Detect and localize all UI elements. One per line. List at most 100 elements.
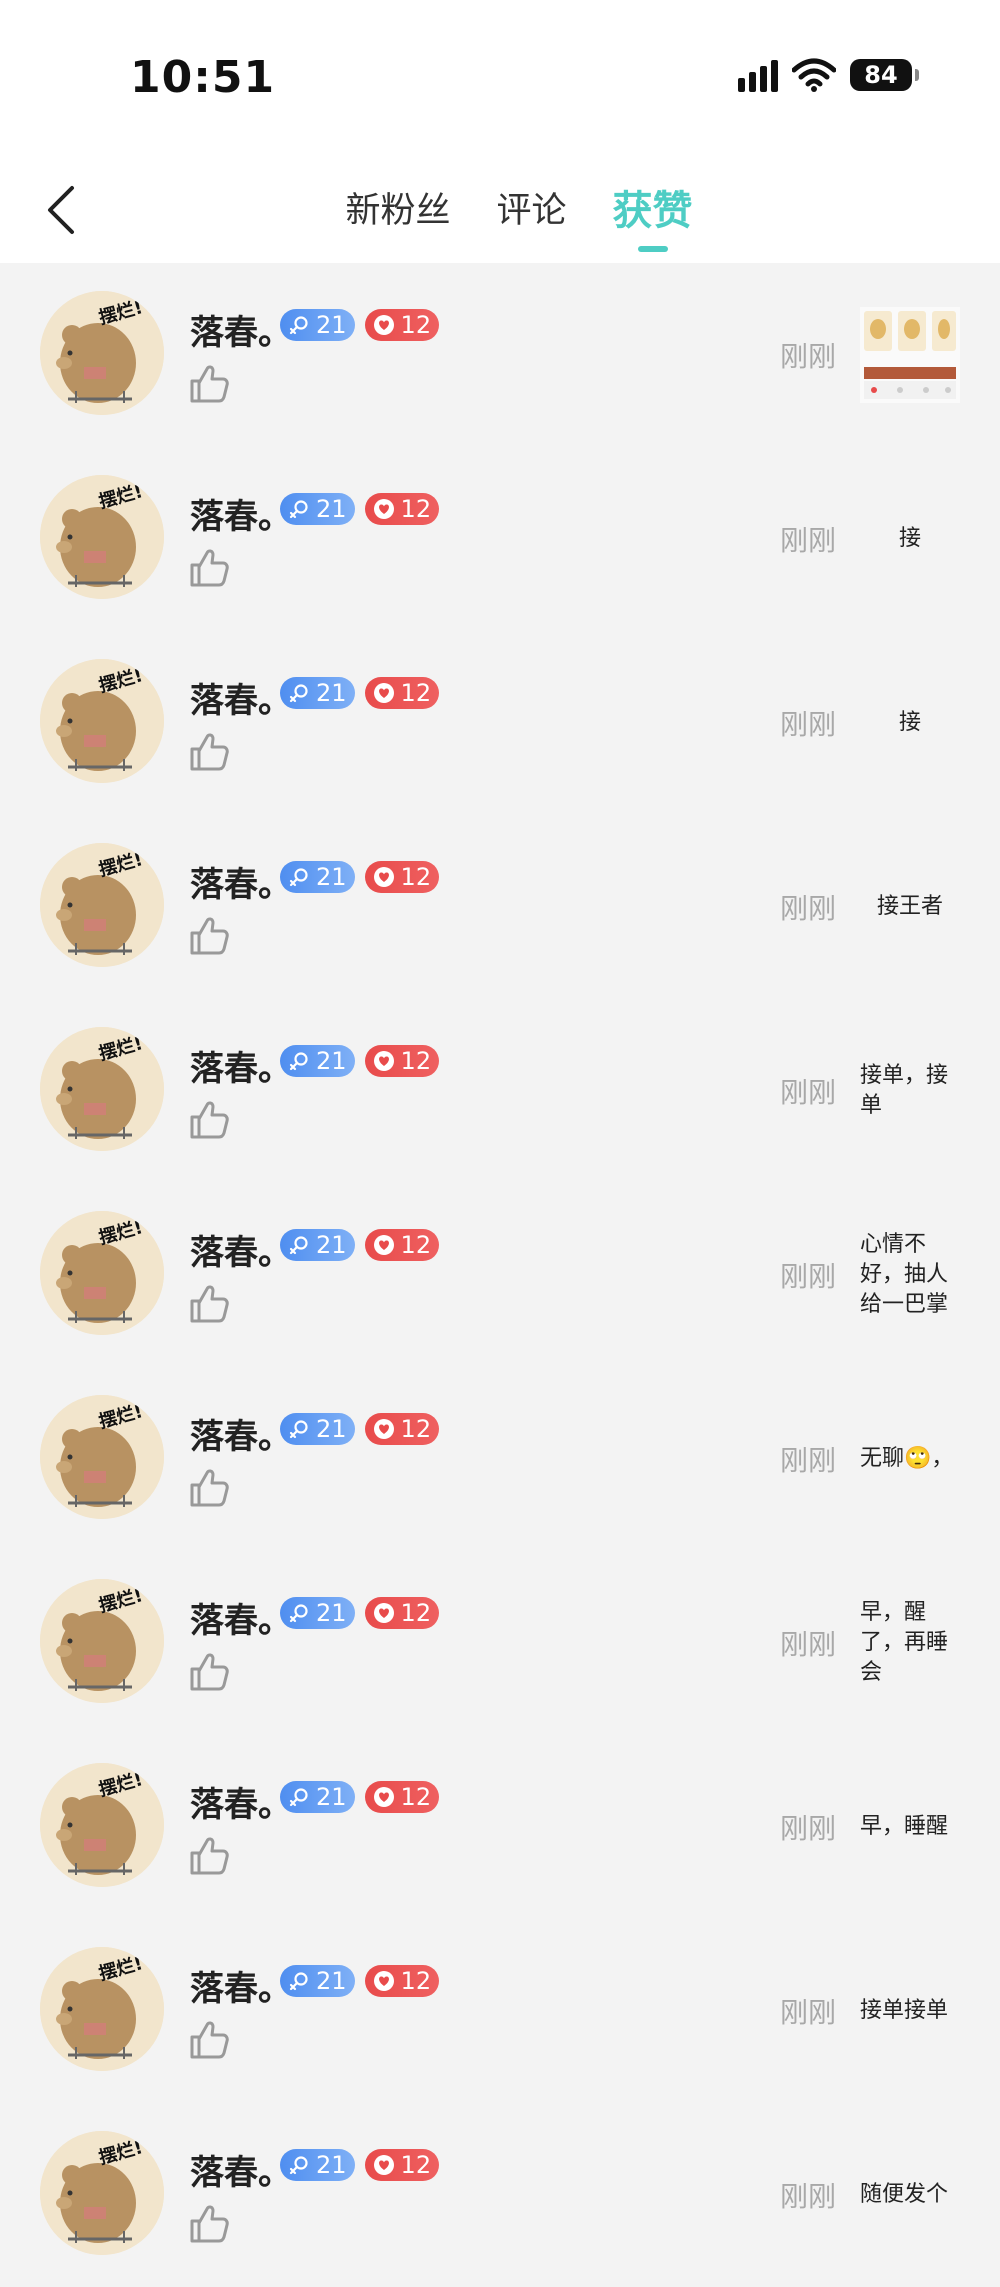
charm-level: 12 bbox=[400, 1047, 432, 1075]
wifi-icon bbox=[792, 58, 836, 92]
post-snippet[interactable]: 随便发个 bbox=[860, 2143, 960, 2247]
list-item[interactable]: 摆烂! 落春。 21 12 刚刚 接 bbox=[0, 631, 1000, 815]
thumbs-up-icon bbox=[190, 1469, 229, 1507]
list-item[interactable]: 摆烂! 落春。 21 12 刚刚 随便发个 bbox=[0, 2103, 1000, 2287]
username[interactable]: 落春。 bbox=[190, 2145, 292, 2194]
post-snippet[interactable]: 接 bbox=[860, 671, 960, 775]
post-snippet[interactable]: 心情不好，抽人给一巴掌 bbox=[860, 1223, 960, 1327]
list-item[interactable]: 摆烂! 落春。 21 12 刚刚 接单，接单 bbox=[0, 999, 1000, 1183]
tab-new-fans[interactable]: 新粉丝 bbox=[345, 182, 450, 252]
heart-icon bbox=[373, 1419, 394, 1439]
thumbs-up-icon bbox=[190, 2021, 229, 2059]
timestamp: 刚刚 bbox=[780, 2180, 837, 2213]
badges: 21 12 bbox=[280, 1045, 440, 1077]
female-icon bbox=[289, 684, 308, 703]
female-icon bbox=[289, 2156, 308, 2175]
list-item[interactable]: 摆烂! 落春。 21 12 刚刚 早，醒了，再睡会 bbox=[0, 1551, 1000, 1735]
username[interactable]: 落春。 bbox=[190, 673, 292, 722]
username[interactable]: 落春。 bbox=[190, 1409, 292, 1458]
username[interactable]: 落春。 bbox=[190, 1777, 292, 1826]
list-item[interactable]: 摆烂! 落春。 21 12 刚刚 无聊� bbox=[0, 1367, 1000, 1551]
signal-icon bbox=[738, 58, 778, 92]
heart-icon bbox=[373, 315, 394, 335]
gender-level: 21 bbox=[316, 1415, 347, 1443]
post-thumbnail[interactable] bbox=[860, 307, 960, 403]
avatar[interactable]: 摆烂! bbox=[40, 1027, 164, 1151]
list-item[interactable]: 摆烂! 落春。 21 12 刚刚 早，睡醒 bbox=[0, 1735, 1000, 1919]
badges: 21 12 bbox=[280, 309, 440, 341]
tab-comments[interactable]: 评论 bbox=[497, 182, 567, 252]
heart-icon bbox=[373, 1971, 394, 1991]
gender-level: 21 bbox=[316, 1231, 347, 1259]
gender-level-badge: 21 bbox=[280, 677, 355, 709]
gender-level-badge: 21 bbox=[280, 1965, 355, 1997]
timestamp: 刚刚 bbox=[780, 892, 837, 925]
charm-level-badge: 12 bbox=[364, 1965, 440, 1997]
bear-avatar-icon: 摆烂! bbox=[40, 2131, 164, 2255]
list-item[interactable]: 摆烂! 落春。 21 12 刚刚 接王者 bbox=[0, 815, 1000, 999]
female-icon bbox=[289, 1788, 308, 1807]
post-snippet[interactable]: 接王者 bbox=[860, 855, 960, 959]
username[interactable]: 落春。 bbox=[190, 1593, 292, 1642]
charm-level-badge: 12 bbox=[364, 2149, 440, 2181]
avatar[interactable]: 摆烂! bbox=[40, 1579, 164, 1703]
status-icons: 84 bbox=[738, 58, 919, 92]
tab-bar: 新粉丝 评论 获赞 bbox=[0, 182, 1000, 252]
timestamp: 刚刚 bbox=[780, 524, 837, 557]
username[interactable]: 落春。 bbox=[190, 1041, 292, 1090]
heart-icon bbox=[373, 1603, 394, 1623]
female-icon bbox=[289, 1420, 308, 1439]
post-snippet[interactable]: 早，醒了，再睡会 bbox=[860, 1591, 960, 1695]
badges: 21 12 bbox=[280, 1965, 440, 1997]
post-snippet[interactable]: 无聊🙄， bbox=[860, 1407, 960, 1511]
gender-level: 21 bbox=[316, 2151, 347, 2179]
avatar[interactable]: 摆烂! bbox=[40, 1947, 164, 2071]
gender-level: 21 bbox=[316, 1599, 347, 1627]
charm-level-badge: 12 bbox=[364, 1597, 440, 1629]
avatar[interactable]: 摆烂! bbox=[40, 1395, 164, 1519]
username[interactable]: 落春。 bbox=[190, 1225, 292, 1274]
charm-level-badge: 12 bbox=[364, 1229, 440, 1261]
username[interactable]: 落春。 bbox=[190, 305, 292, 354]
list-item[interactable]: 摆烂! 落春。 21 12 刚刚 bbox=[0, 263, 1000, 447]
gender-level-badge: 21 bbox=[280, 1413, 355, 1445]
list-item[interactable]: 摆烂! 落春。 21 12 刚刚 接 bbox=[0, 447, 1000, 631]
avatar[interactable]: 摆烂! bbox=[40, 1763, 164, 1887]
bear-avatar-icon: 摆烂! bbox=[40, 1027, 164, 1151]
heart-icon bbox=[373, 683, 394, 703]
username[interactable]: 落春。 bbox=[190, 857, 292, 906]
list-item[interactable]: 摆烂! 落春。 21 12 刚刚 心情不好，抽人给一巴掌 bbox=[0, 1183, 1000, 1367]
avatar[interactable]: 摆烂! bbox=[40, 659, 164, 783]
username[interactable]: 落春。 bbox=[190, 489, 292, 538]
avatar[interactable]: 摆烂! bbox=[40, 291, 164, 415]
tab-label: 获赞 bbox=[612, 188, 693, 234]
heart-icon bbox=[373, 867, 394, 887]
avatar[interactable]: 摆烂! bbox=[40, 475, 164, 599]
tab-likes[interactable]: 获赞 bbox=[613, 178, 693, 252]
battery-level: 84 bbox=[864, 61, 898, 89]
timestamp: 刚刚 bbox=[780, 1260, 837, 1293]
gender-level: 21 bbox=[316, 679, 347, 707]
post-snippet[interactable]: 接单接单 bbox=[860, 1959, 960, 2063]
thumbs-up-icon bbox=[190, 365, 229, 403]
charm-level: 12 bbox=[400, 1415, 432, 1443]
post-snippet[interactable]: 接单，接单 bbox=[860, 1039, 960, 1143]
avatar[interactable]: 摆烂! bbox=[40, 1211, 164, 1335]
avatar[interactable]: 摆烂! bbox=[40, 843, 164, 967]
likes-list: 摆烂! 落春。 21 12 刚刚 摆烂! 落春。 21 12 刚刚 接 摆烂! … bbox=[0, 263, 1000, 2287]
gender-level-badge: 21 bbox=[280, 1045, 355, 1077]
username[interactable]: 落春。 bbox=[190, 1961, 292, 2010]
female-icon bbox=[289, 1236, 308, 1255]
avatar[interactable]: 摆烂! bbox=[40, 2131, 164, 2255]
list-item[interactable]: 摆烂! 落春。 21 12 刚刚 接单接单 bbox=[0, 1919, 1000, 2103]
gender-level: 21 bbox=[316, 495, 347, 523]
charm-level: 12 bbox=[400, 1599, 432, 1627]
status-bar: 10:51 84 bbox=[0, 0, 1000, 160]
post-snippet[interactable]: 早，睡醒 bbox=[860, 1775, 960, 1879]
heart-icon bbox=[373, 1787, 394, 1807]
charm-level-badge: 12 bbox=[364, 1413, 440, 1445]
thumbs-up-icon bbox=[190, 917, 229, 955]
timestamp: 刚刚 bbox=[780, 708, 837, 741]
gender-level-badge: 21 bbox=[280, 861, 355, 893]
post-snippet[interactable]: 接 bbox=[860, 487, 960, 591]
